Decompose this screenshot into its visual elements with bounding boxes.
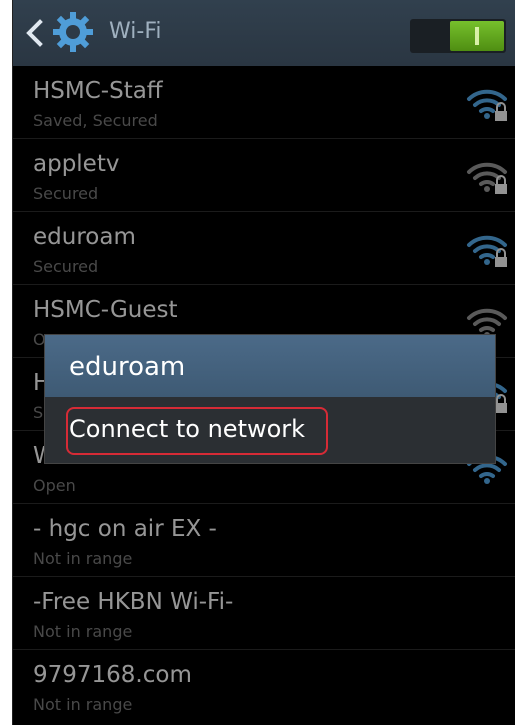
wifi-toggle[interactable]	[410, 19, 506, 53]
back-chevron-icon[interactable]	[23, 18, 45, 48]
page-title: Wi-Fi	[109, 19, 162, 44]
connect-option-label: Connect to network	[69, 415, 306, 443]
network-dialog: eduroam Connect to network	[44, 334, 496, 464]
phone-screen: Wi-Fi HSMC-Staff Saved, Secured appletv …	[13, 0, 515, 725]
action-bar: Wi-Fi	[13, 0, 515, 66]
settings-gear-icon[interactable]	[51, 10, 95, 54]
toggle-knob	[450, 21, 504, 51]
connect-to-network-option[interactable]: Connect to network	[45, 397, 495, 463]
dialog-title: eduroam	[69, 352, 186, 382]
dialog-header: eduroam	[45, 335, 495, 397]
